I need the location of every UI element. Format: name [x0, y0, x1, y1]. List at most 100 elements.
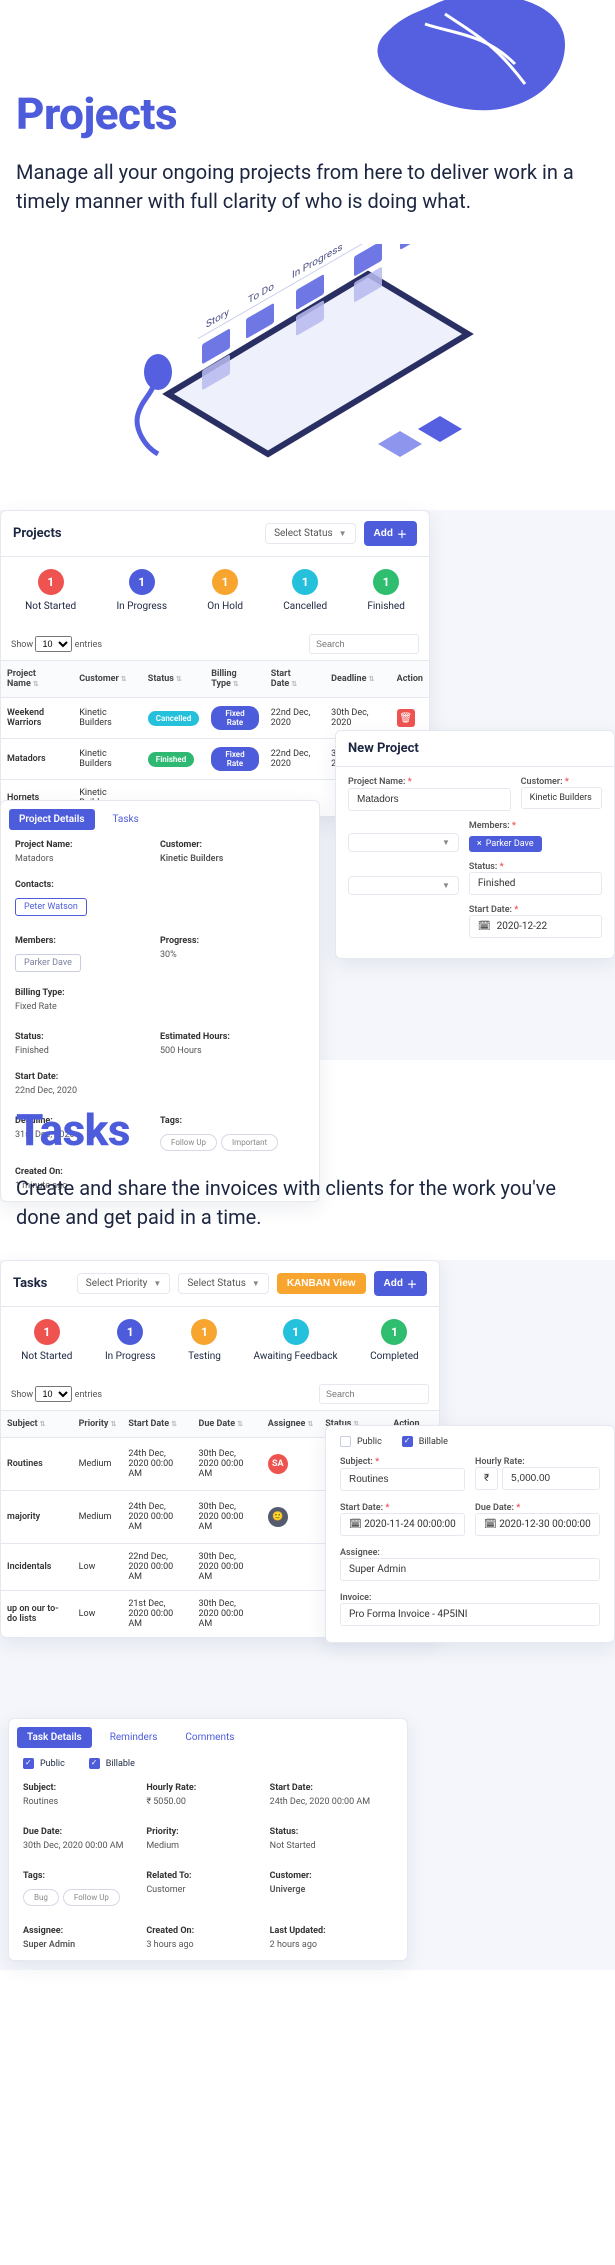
td-customer[interactable]: Univerge — [270, 1885, 393, 1895]
pd-status: Finished — [15, 1046, 160, 1056]
start-date-label: Start Date: — [469, 905, 512, 915]
col-status[interactable]: Status⇅ — [142, 661, 205, 698]
start-date-input[interactable]: 🗓2020-12-22 — [469, 915, 602, 938]
pd-member-chip[interactable]: Parker Dave — [15, 954, 81, 972]
select-status-dropdown[interactable]: Select Status ▼ — [265, 523, 355, 544]
col-subject[interactable]: Subject⇅ — [1, 1411, 73, 1438]
col-priority[interactable]: Priority⇅ — [73, 1411, 123, 1438]
counter-bubble: 1 — [381, 1319, 407, 1345]
customer-select[interactable]: Kinetic Builders — [521, 787, 602, 809]
counter-bubble: 1 — [191, 1319, 217, 1345]
counter-bubble: 1 — [373, 569, 399, 595]
col-start[interactable]: Start Date⇅ — [265, 661, 325, 698]
kanban-view-button[interactable]: KANBAN View — [277, 1273, 366, 1294]
td-start: 24th Dec, 2020 00:00 AM — [270, 1797, 393, 1807]
status-select[interactable]: Finished — [469, 872, 602, 895]
counter-bubble: 1 — [283, 1319, 309, 1345]
pd-customer[interactable]: Kinetic Builders — [160, 854, 305, 864]
select-status-label-t: Select Status — [187, 1278, 246, 1289]
generic-select-2[interactable]: ▼ — [348, 876, 459, 895]
pd-members-label: Members: — [15, 936, 160, 946]
tf-invoice-select[interactable]: Pro Forma Invoice - 4P5INI — [340, 1603, 600, 1626]
tf-subject-input[interactable] — [340, 1468, 465, 1491]
show-suffix: entries — [75, 640, 102, 650]
tab-project-tasks[interactable]: Tasks — [103, 809, 149, 830]
col-billing[interactable]: Billing Type⇅ — [205, 661, 264, 698]
tf-due-input[interactable]: 🗓 2020-12-30 00:00:00 — [475, 1513, 600, 1536]
delete-icon[interactable]: 🗑 — [397, 709, 415, 727]
select-status-dropdown-tasks[interactable]: Select Status▼ — [178, 1273, 268, 1294]
pd-billing-label: Billing Type: — [15, 988, 305, 998]
tf-assignee-select[interactable]: Super Admin — [340, 1558, 600, 1581]
td-billable[interactable]: Billable — [89, 1758, 135, 1769]
pd-customer-label: Customer: — [160, 840, 305, 850]
projects-panel-group: Projects Select Status ▼ Add ＋ 1Not Star… — [0, 510, 615, 1020]
col-assignee[interactable]: Assignee⇅ — [262, 1411, 319, 1438]
col-start-t[interactable]: Start Date⇅ — [122, 1411, 192, 1438]
calendar-icon: 🗓 — [349, 1519, 364, 1530]
generic-select-1[interactable]: ▼ — [348, 833, 459, 852]
tab-task-details[interactable]: Task Details — [17, 1727, 92, 1748]
tf-start-label: Start Date: — [340, 1503, 383, 1513]
tasks-search-input[interactable] — [319, 1384, 429, 1404]
member-chip[interactable]: ×Parker Dave — [469, 836, 542, 852]
tf-hourly-input[interactable] — [502, 1467, 600, 1490]
select-priority-dropdown[interactable]: Select Priority▼ — [77, 1273, 171, 1294]
task-billable-toggle[interactable]: Billable — [402, 1436, 448, 1447]
td-hourly: ₹ 5050.00 — [146, 1797, 269, 1807]
counter-bubble: 1 — [129, 569, 155, 595]
tab-task-reminders[interactable]: Reminders — [100, 1727, 168, 1748]
col-due[interactable]: Due Date⇅ — [193, 1411, 262, 1438]
pd-contact-chip[interactable]: Peter Watson — [15, 898, 87, 916]
cell-priority: Medium — [73, 1438, 123, 1491]
cell-project-name[interactable]: Weekend Warriors — [1, 698, 73, 739]
tasks-panel-group: Tasks Select Priority▼ Select Status▼ KA… — [0, 1260, 615, 1710]
tasks-panel-title: Tasks — [13, 1276, 47, 1291]
add-project-button[interactable]: Add ＋ — [364, 521, 417, 546]
entries-select-tasks[interactable]: 10 — [35, 1386, 72, 1402]
chevron-down-icon: ▼ — [339, 529, 347, 538]
show-prefix: Show — [11, 640, 33, 650]
counter-not-started: 1Not Started — [25, 569, 76, 612]
add-task-button[interactable]: Add＋ — [374, 1271, 427, 1296]
pd-billing: Fixed Rate — [15, 1002, 305, 1012]
td-tag-1[interactable]: Bug — [23, 1889, 59, 1906]
entries-select[interactable]: 10 — [35, 636, 72, 652]
col-project-name[interactable]: Project Name⇅ — [1, 661, 73, 698]
cell-due: 30th Dec, 2020 00:00 AM — [193, 1544, 262, 1591]
td-related: Customer — [146, 1885, 269, 1895]
td-assignee-label: Assignee: — [23, 1926, 146, 1936]
cell-project-name[interactable]: Matadors — [1, 739, 73, 780]
col-customer[interactable]: Customer⇅ — [73, 661, 142, 698]
td-tag-2[interactable]: Follow Up — [63, 1889, 120, 1906]
pd-project-name-label: Project Name: — [15, 840, 160, 850]
plus-icon: ＋ — [397, 526, 407, 541]
tf-start-input[interactable]: 🗓 2020-11-24 00:00:00 — [340, 1513, 465, 1536]
show-prefix-t: Show — [11, 1390, 33, 1400]
counter-bubble: 1 — [117, 1319, 143, 1345]
td-assignee[interactable]: Super Admin — [23, 1940, 146, 1950]
assignee-avatar: SA — [268, 1454, 288, 1474]
cell-subject[interactable]: Routines — [1, 1438, 73, 1491]
projects-hero: Projects Manage all your ongoing project… — [0, 0, 615, 510]
tab-project-details[interactable]: Project Details — [9, 809, 95, 830]
cell-start: 24th Dec, 2020 00:00 AM — [122, 1491, 192, 1544]
tab-task-comments[interactable]: Comments — [175, 1727, 244, 1748]
task-form-panel: Public Billable Subject: * Hourly Rate: … — [325, 1425, 615, 1643]
cell-subject[interactable]: majority — [1, 1491, 73, 1544]
task-public-toggle[interactable]: Public — [340, 1436, 382, 1447]
col-deadline[interactable]: Deadline⇅ — [325, 661, 391, 698]
entries-control: Show 10 entries — [11, 636, 102, 652]
cell-start: 24th Dec, 2020 00:00 AM — [122, 1438, 192, 1491]
counter-completed: 1Completed — [370, 1319, 419, 1362]
select-status-label: Select Status — [274, 528, 333, 539]
td-public[interactable]: Public — [23, 1758, 65, 1769]
tf-assignee-label: Assignee: — [340, 1548, 600, 1558]
cell-subject[interactable]: Incidentals — [1, 1544, 73, 1591]
projects-search-input[interactable] — [309, 634, 419, 654]
counter-in-progress: 1In Progress — [105, 1319, 156, 1362]
project-name-input[interactable] — [348, 788, 511, 811]
calendar-icon: 🗓 — [478, 921, 491, 932]
cell-subject[interactable]: up on our to-do lists — [1, 1591, 73, 1638]
counter-label: Not Started — [25, 601, 76, 612]
